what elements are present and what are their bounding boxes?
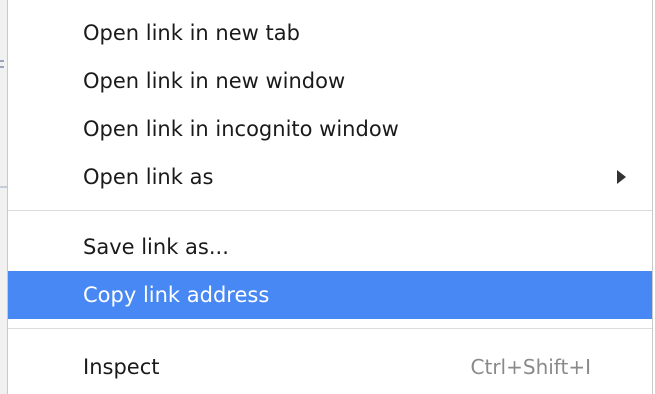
menu-item-shortcut: Ctrl+Shift+I [470,355,591,379]
menu-item-label: Open link in new window [83,69,346,93]
background-text-fragment [0,60,4,62]
background-text-fragment [0,186,7,188]
menu-item-open-link-as[interactable]: Open link as [8,153,652,201]
menu-item-copy-link-address[interactable]: Copy link address [8,271,652,319]
background-text-fragment [0,66,4,68]
menu-item-label: Open link in new tab [83,21,300,45]
chevron-right-icon [617,170,626,184]
menu-item-label: Save link as... [83,235,229,259]
screen: Open link in new tab Open link in new wi… [0,0,655,394]
menu-item-open-new-tab[interactable]: Open link in new tab [8,9,652,57]
menu-item-label: Open link as [83,165,214,189]
menu-item-inspect[interactable]: Inspect Ctrl+Shift+I [8,343,652,391]
menu-item-label: Open link in incognito window [83,117,399,141]
menu-item-label: Copy link address [83,283,270,307]
menu-item-open-incognito-window[interactable]: Open link in incognito window [8,105,652,153]
menu-separator [8,328,652,329]
menu-separator [8,210,652,211]
menu-item-label: Inspect [83,355,160,379]
menu-item-save-link-as[interactable]: Save link as... [8,223,652,271]
menu-item-open-new-window[interactable]: Open link in new window [8,57,652,105]
context-menu: Open link in new tab Open link in new wi… [7,0,653,394]
